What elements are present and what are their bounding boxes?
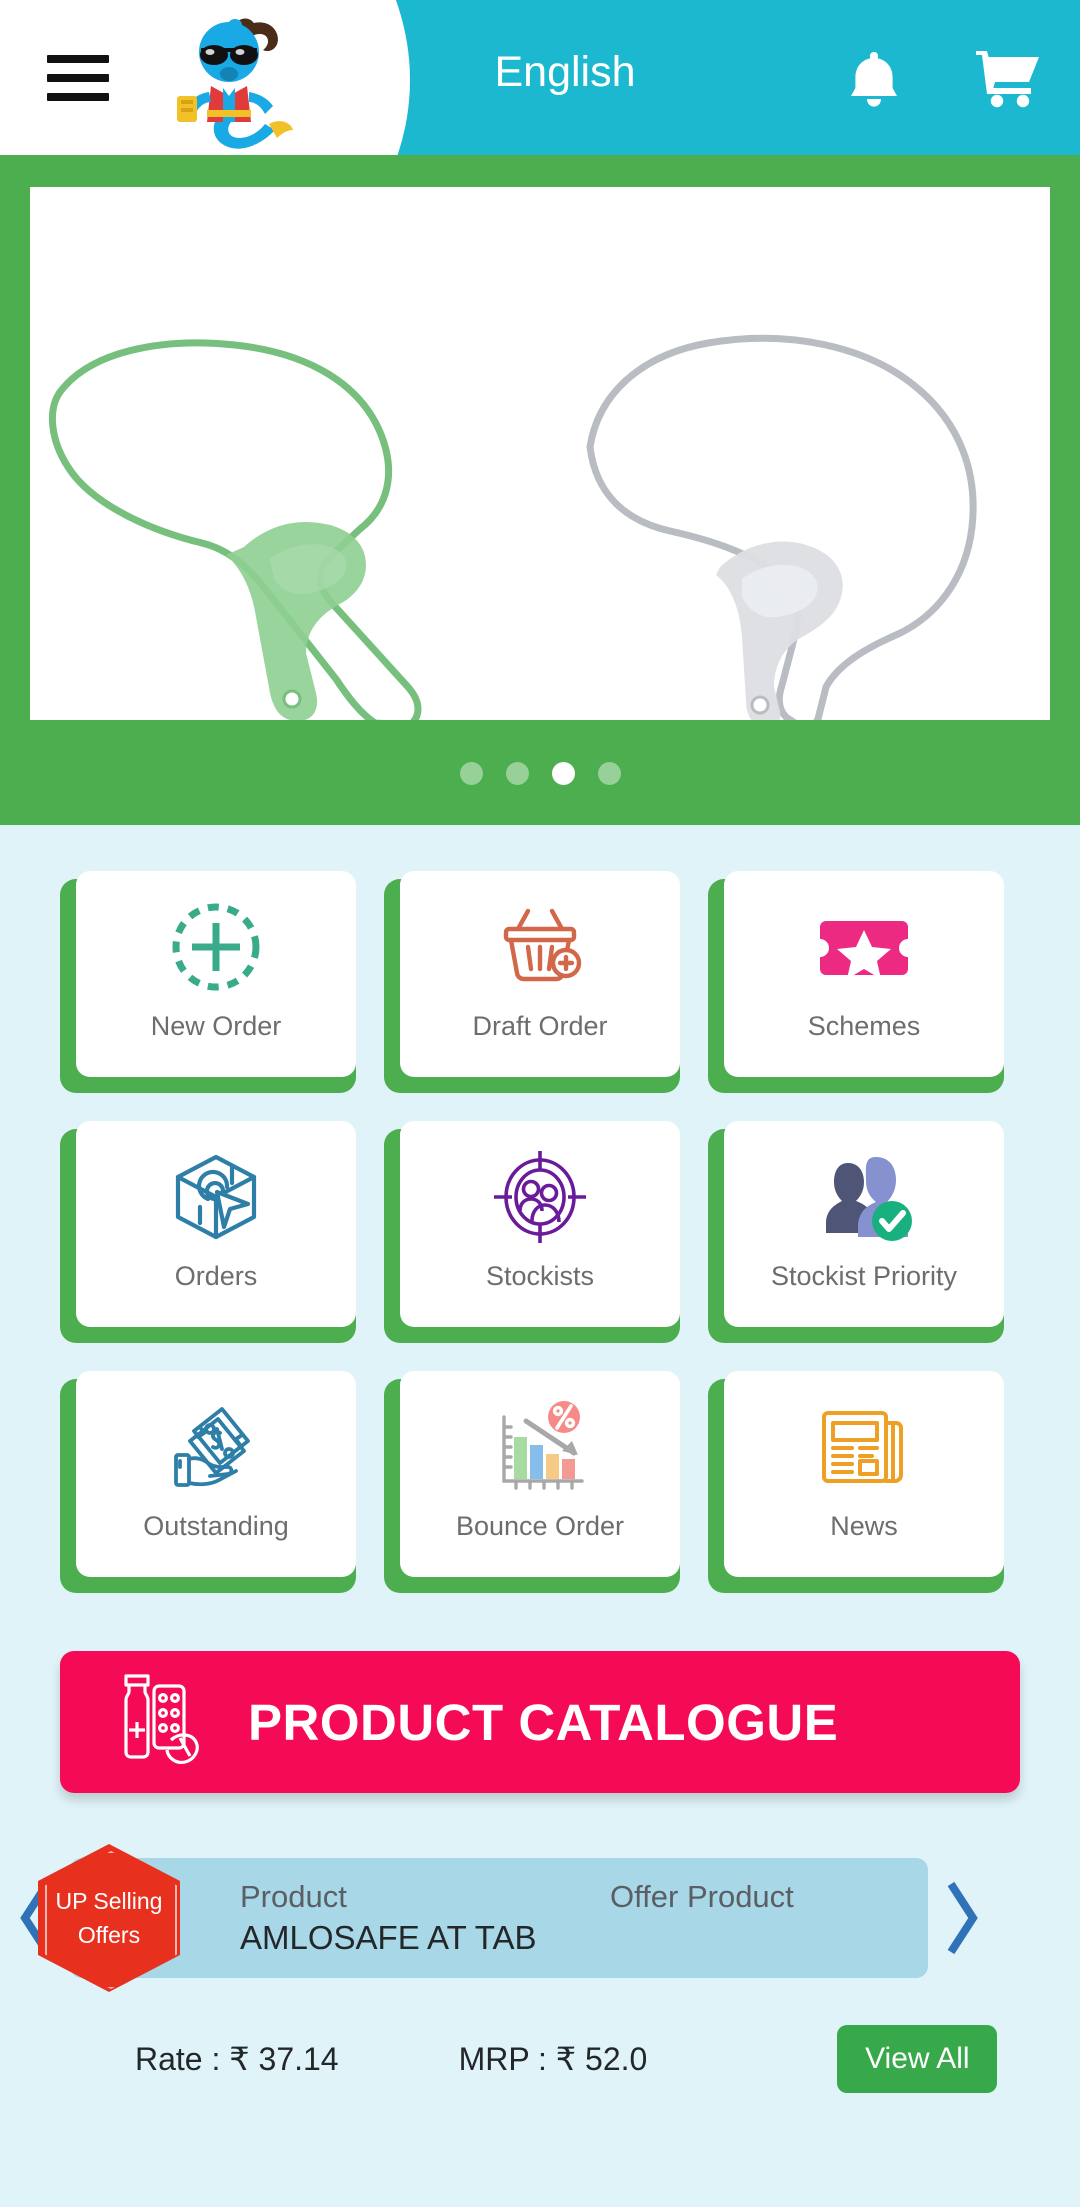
hand-money-icon <box>162 1393 270 1501</box>
tile-label: Schemes <box>807 1011 921 1041</box>
offer-product-column: Product AMLOSAFE AT TAB <box>240 1879 610 1957</box>
product-catalogue-button[interactable]: PRODUCT CATALOGUE <box>60 1651 1020 1793</box>
tile-label: Draft Order <box>472 1011 608 1041</box>
tile-label: Bounce Order <box>455 1511 625 1541</box>
catalogue-section: PRODUCT CATALOGUE <box>0 1593 1080 1793</box>
tile-face[interactable]: New Order <box>76 871 356 1077</box>
shopping-cart-icon[interactable] <box>975 46 1041 108</box>
view-all-button[interactable]: View All <box>837 2025 998 2093</box>
chevron-right-icon[interactable] <box>928 1858 998 1978</box>
tile-face[interactable]: Schemes <box>724 871 1004 1077</box>
tile-face[interactable]: Bounce Order <box>400 1371 680 1577</box>
quick-action-grid: New Order Draft Order Schemes Orders Sto… <box>0 825 1080 1593</box>
mrp-value: MRP : ₹ 52.0 <box>458 2041 648 2077</box>
box-cursor-icon <box>162 1143 270 1251</box>
tile-orders[interactable]: Orders <box>60 1121 356 1343</box>
tile-face[interactable]: Draft Order <box>400 871 680 1077</box>
tile-label: Stockist Priority <box>770 1261 958 1291</box>
tile-face[interactable]: Outstanding <box>76 1371 356 1577</box>
tile-label: News <box>830 1511 898 1541</box>
mascot-genie-logo[interactable] <box>165 4 315 154</box>
tile-bounce-order[interactable]: Bounce Order <box>384 1371 680 1593</box>
badge-line-2: Offers <box>77 1922 141 1948</box>
tile-news[interactable]: News <box>708 1371 1004 1593</box>
notification-bell-icon[interactable] <box>845 48 903 110</box>
declining-chart-percent-icon <box>486 1393 594 1501</box>
tile-face[interactable]: Orders <box>76 1121 356 1327</box>
tile-label: Stockists <box>485 1261 595 1291</box>
product-catalogue-label: PRODUCT CATALOGUE <box>248 1693 839 1751</box>
tile-label: Outstanding <box>143 1511 289 1541</box>
tile-new-order[interactable]: New Order <box>60 871 356 1093</box>
upselling-offers-carousel: UP Selling Offers Product AMLOSAFE AT TA… <box>0 1844 1080 1992</box>
tile-face[interactable]: Stockist Priority <box>724 1121 1004 1327</box>
product-header: Product <box>240 1879 347 1914</box>
app-header: English <box>0 0 1080 155</box>
users-check-icon <box>810 1143 918 1251</box>
tile-draft-order[interactable]: Draft Order <box>384 871 680 1093</box>
target-people-icon <box>486 1143 594 1251</box>
tile-stockist-priority[interactable]: Stockist Priority <box>708 1121 1004 1343</box>
product-value: AMLOSAFE AT TAB <box>240 1919 537 1956</box>
plus-circle-dashed-icon <box>162 893 270 1001</box>
offer-card[interactable]: UP Selling Offers Product AMLOSAFE AT TA… <box>38 1844 928 1992</box>
ticket-star-icon <box>810 893 918 1001</box>
tile-label: Orders <box>174 1261 258 1291</box>
offer-price-row: Rate : ₹ 37.14 MRP : ₹ 52.0 View All <box>0 2009 1080 2109</box>
basket-plus-icon <box>486 893 594 1001</box>
offer-product-header: Offer Product <box>610 1879 794 1914</box>
offer-columns: Product AMLOSAFE AT TAB Offer Product <box>240 1879 900 1957</box>
tile-face[interactable]: News <box>724 1371 1004 1577</box>
badge-line-1: UP Selling <box>55 1887 163 1914</box>
hamburger-menu-icon[interactable] <box>47 55 109 101</box>
tile-label: New Order <box>150 1011 282 1041</box>
tile-face[interactable]: Stockists <box>400 1121 680 1327</box>
rate-value: Rate : ₹ 37.14 <box>135 2041 339 2077</box>
carousel-dot-4[interactable] <box>597 762 621 785</box>
tile-outstanding[interactable]: Outstanding <box>60 1371 356 1593</box>
language-selector[interactable]: English <box>430 48 700 97</box>
carousel-dots[interactable] <box>0 762 1080 785</box>
tile-schemes[interactable]: Schemes <box>708 871 1004 1093</box>
carousel-dot-3[interactable] <box>551 762 575 785</box>
hero-banner-image[interactable] <box>30 187 1050 720</box>
hero-banner-carousel[interactable] <box>0 155 1080 825</box>
app-root: English New Order Draft Order Schemes Or… <box>0 0 1080 2207</box>
medicine-bottle-pills-icon <box>118 1672 210 1772</box>
carousel-dot-2[interactable] <box>505 762 529 785</box>
newspaper-icon <box>810 1393 918 1501</box>
carousel-dot-1[interactable] <box>459 762 483 785</box>
tile-stockists[interactable]: Stockists <box>384 1121 680 1343</box>
offer-free-product-column: Offer Product <box>610 1879 900 1919</box>
